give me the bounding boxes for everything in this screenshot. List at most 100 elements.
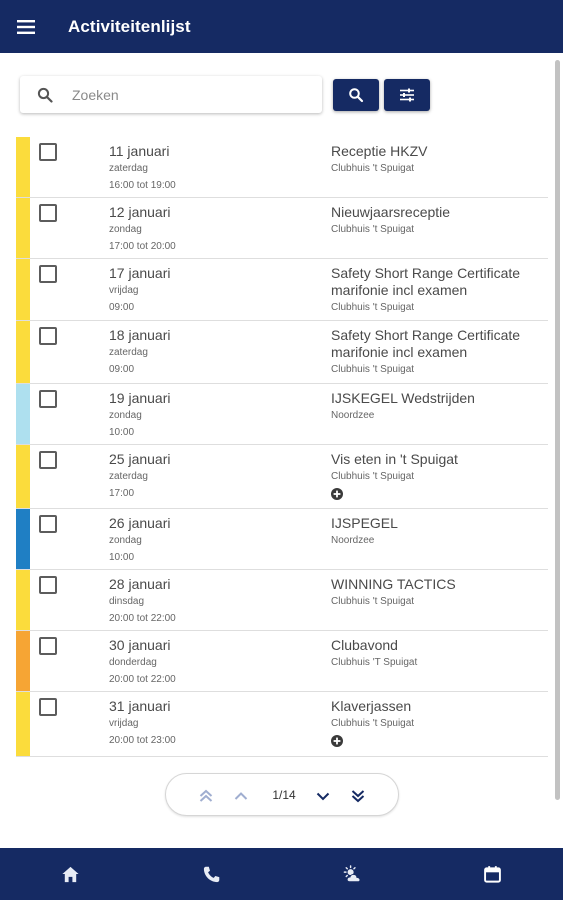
activity-date: 19 januari <box>109 390 171 406</box>
activity-location: Clubhuis 't Spuigat <box>331 596 415 607</box>
activity-date-block: 30 januari donderdag 20:00 tot 22:00 <box>109 637 309 688</box>
activity-date-block: 31 januari vrijdag 20:00 tot 23:00 <box>109 698 309 749</box>
activity-info: Vis eten in 't Spuigat Clubhuis 't Spuig… <box>331 451 546 505</box>
activity-date-block: 11 januari zaterdag 16:00 tot 19:00 <box>109 143 309 194</box>
menu-button[interactable] <box>0 0 52 53</box>
activity-date-block: 25 januari zaterdag 17:00 <box>109 451 309 502</box>
previous-page-button[interactable] <box>231 786 251 806</box>
phone-icon <box>203 866 219 882</box>
activity-time: 10:00 <box>109 427 135 438</box>
activity-title: Safety Short Range Certificate marifonie… <box>331 265 521 298</box>
nav-calendar[interactable] <box>462 848 522 900</box>
activity-date-block: 18 januari zaterdag 09:00 <box>109 327 309 378</box>
activity-date-block: 19 januari zondag 10:00 <box>109 390 309 441</box>
activity-checkbox[interactable] <box>39 390 57 408</box>
home-icon <box>61 866 79 882</box>
activity-row[interactable]: 18 januari zaterdag 09:00 Safety Short R… <box>16 321 548 384</box>
activity-day: vrijdag <box>109 718 139 729</box>
activity-row[interactable]: 30 januari donderdag 20:00 tot 22:00 Clu… <box>16 631 548 692</box>
activity-info: IJSKEGEL Wedstrijden Noordzee <box>331 390 546 424</box>
nav-phone[interactable] <box>181 848 241 900</box>
activity-checkbox[interactable] <box>39 515 57 533</box>
category-color-bar <box>16 384 30 444</box>
activity-day: zondag <box>109 410 142 421</box>
nav-home[interactable] <box>40 848 100 900</box>
activity-time: 20:00 tot 22:00 <box>109 613 176 624</box>
search-input[interactable] <box>72 86 292 103</box>
activity-time: 09:00 <box>109 302 135 313</box>
activity-date-block: 12 januari zondag 17:00 tot 20:00 <box>109 204 309 255</box>
tune-icon <box>400 88 414 102</box>
activity-row[interactable]: 11 januari zaterdag 16:00 tot 19:00 Rece… <box>16 137 548 198</box>
activity-day: zaterdag <box>109 163 148 174</box>
pagination-control: 1/14 <box>165 773 399 816</box>
activity-row[interactable]: 28 januari dinsdag 20:00 tot 22:00 WINNI… <box>16 570 548 631</box>
activity-location: Clubhuis 't Spuigat <box>331 471 415 482</box>
activity-location: Noordzee <box>331 410 375 421</box>
activity-checkbox[interactable] <box>39 698 57 716</box>
page-indicator: 1/14 <box>272 788 296 802</box>
activity-row[interactable]: 31 januari vrijdag 20:00 tot 23:00 Klave… <box>16 692 548 757</box>
search-button[interactable] <box>333 79 379 111</box>
activity-row[interactable]: 25 januari zaterdag 17:00 Vis eten in 't… <box>16 445 548 509</box>
activity-title: IJSKEGEL Wedstrijden <box>331 390 475 406</box>
menu-icon <box>17 19 35 34</box>
activity-info: Nieuwjaarsreceptie Clubhuis 't Spuigat <box>331 204 546 238</box>
activity-info: IJSPEGEL Noordzee <box>331 515 546 549</box>
activity-date: 17 januari <box>109 265 171 281</box>
activity-checkbox[interactable] <box>39 265 57 283</box>
activity-date: 31 januari <box>109 698 171 714</box>
activity-info: Receptie HKZV Clubhuis 't Spuigat <box>331 143 546 177</box>
activity-checkbox[interactable] <box>39 204 57 222</box>
add-circle-icon[interactable] <box>331 735 343 747</box>
activity-date-block: 28 januari dinsdag 20:00 tot 22:00 <box>109 576 309 627</box>
nav-weather[interactable] <box>322 848 382 900</box>
activity-day: vrijdag <box>109 285 139 296</box>
category-color-bar <box>16 631 30 691</box>
first-page-button[interactable] <box>196 786 216 806</box>
activity-info: Klaverjassen Clubhuis 't Spuigat <box>331 698 546 752</box>
activity-checkbox[interactable] <box>39 576 57 594</box>
activity-location: Clubhuis 't Spuigat <box>331 224 415 235</box>
activity-info: Clubavond Clubhuis 'T Spuigat <box>331 637 546 671</box>
activity-day: zondag <box>109 535 142 546</box>
next-page-button[interactable] <box>313 786 333 806</box>
activity-day: donderdag <box>109 657 157 668</box>
activity-list: 11 januari zaterdag 16:00 tot 19:00 Rece… <box>16 137 548 757</box>
activity-date: 12 januari <box>109 204 171 220</box>
activity-title: Vis eten in 't Spuigat <box>331 451 458 467</box>
activity-date-block: 17 januari vrijdag 09:00 <box>109 265 309 316</box>
page-title: Activiteitenlijst <box>68 16 191 36</box>
filter-button[interactable] <box>384 79 430 111</box>
activity-list-screen: Activiteitenlijst 11 januari zaterdag 16… <box>0 0 563 900</box>
activity-row[interactable]: 12 januari zondag 17:00 tot 20:00 Nieuwj… <box>16 198 548 259</box>
search-icon <box>349 88 364 103</box>
category-color-bar <box>16 570 30 630</box>
activity-checkbox[interactable] <box>39 143 57 161</box>
activity-time: 20:00 tot 22:00 <box>109 674 176 685</box>
scrollbar[interactable] <box>555 60 560 800</box>
activity-checkbox[interactable] <box>39 327 57 345</box>
activity-location: Noordzee <box>331 535 375 546</box>
activity-row[interactable]: 19 januari zondag 10:00 IJSKEGEL Wedstri… <box>16 384 548 445</box>
add-circle-icon[interactable] <box>331 488 343 500</box>
activity-date: 11 januari <box>109 143 170 159</box>
last-page-button[interactable] <box>348 786 368 806</box>
activity-row[interactable]: 26 januari zondag 10:00 IJSPEGEL Noordze… <box>16 509 548 570</box>
chevron-down-icon <box>316 792 330 801</box>
activity-checkbox[interactable] <box>39 451 57 469</box>
activity-title: Klaverjassen <box>331 698 412 714</box>
category-color-bar <box>16 259 30 320</box>
activity-checkbox[interactable] <box>39 637 57 655</box>
activity-title: IJSPEGEL <box>331 515 398 531</box>
category-color-bar <box>16 692 30 756</box>
double-chevron-down-icon <box>351 790 365 803</box>
double-chevron-up-icon <box>199 789 213 802</box>
category-color-bar <box>16 445 30 508</box>
weather-icon <box>343 864 360 882</box>
calendar-icon <box>483 865 501 883</box>
activity-title: WINNING TACTICS <box>331 576 456 592</box>
activity-title: Nieuwjaarsreceptie <box>331 204 451 220</box>
activity-info: Safety Short Range Certificate marifonie… <box>331 327 546 378</box>
activity-row[interactable]: 17 januari vrijdag 09:00 Safety Short Ra… <box>16 259 548 321</box>
